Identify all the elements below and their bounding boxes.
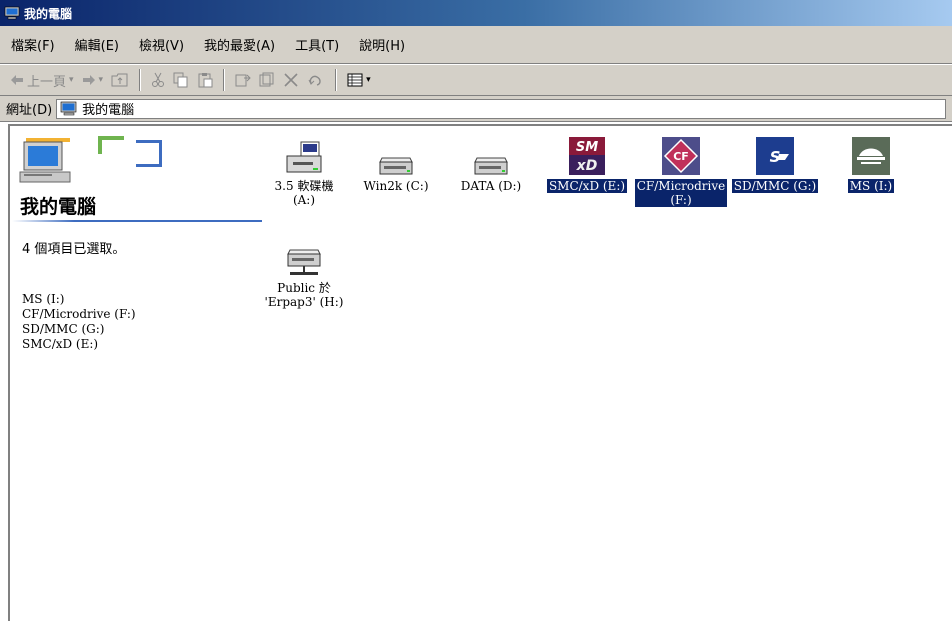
copy-to-icon [259, 72, 274, 87]
forward-button[interactable]: ▾ [78, 68, 108, 92]
clipboard-icon [198, 73, 213, 88]
paste-button[interactable] [193, 68, 217, 92]
hard-drive-icon [474, 157, 508, 175]
menu-help[interactable]: 說明(H) [356, 33, 408, 56]
menu-file[interactable]: 檔案(F) [8, 33, 58, 56]
views-grid-icon [347, 73, 363, 87]
scissors-icon [152, 72, 165, 87]
svg-text:SM: SM [576, 140, 598, 155]
svg-text:CF: CF [673, 150, 689, 163]
my-computer-icon [4, 6, 20, 20]
forward-dropdown-icon[interactable]: ▾ [99, 75, 104, 85]
drive-label: 3.5 軟碟機 (A:) [274, 179, 334, 207]
toolbar: 上一頁 ▾ ▾ ▾ [0, 64, 952, 96]
menu-tools[interactable]: 工具(T) [292, 33, 342, 56]
back-dropdown-icon[interactable]: ▾ [69, 75, 74, 85]
drive-sd-mmc-g[interactable]: S SD/MMC (G:) [726, 132, 824, 193]
address-input[interactable]: 我的電腦 [56, 98, 946, 119]
window-title: 我的電腦 [24, 6, 73, 21]
toolbar-separator [139, 69, 142, 91]
copy-icon [173, 72, 188, 88]
drive-label: SMC/xD (E:) [546, 179, 628, 193]
drive-label: Public 於 'Erpap3' (H:) [264, 281, 344, 309]
svg-text:xD: xD [576, 158, 598, 174]
back-button-label: 上一頁 [27, 74, 67, 90]
drive-label: SD/MMC (G:) [731, 179, 819, 193]
address-value: 我的電腦 [82, 103, 135, 118]
details-pane-title-underline [12, 220, 262, 222]
network-drive-icon [287, 249, 321, 275]
menu-bar: 檔案(F) 編輯(E) 檢視(V) 我的最愛(A) 工具(T) 說明(H) [0, 26, 952, 64]
menu-edit[interactable]: 編輯(E) [72, 33, 122, 56]
drive-label: MS (I:) [847, 179, 895, 193]
my-computer-large-icon [19, 136, 162, 183]
details-pane-header: 我的電腦 [10, 126, 262, 222]
hard-drive-icon [379, 157, 413, 175]
toolbar-separator [335, 69, 338, 91]
forward-arrow-icon [82, 75, 95, 85]
drive-data-d[interactable]: DATA (D:) [442, 136, 540, 193]
content-area[interactable]: 我的電腦 4 個項目已選取。 MS (I:) CF/Microdrive (F:… [8, 124, 952, 621]
drive-label: DATA (D:) [460, 179, 522, 193]
views-button[interactable]: ▾ [343, 68, 375, 92]
sd-card-icon: S [756, 137, 794, 175]
selected-item: SD/MMC (G:) [22, 322, 105, 336]
back-arrow-icon [11, 75, 23, 85]
drive-label: CF/Microdrive (F:) [634, 179, 728, 207]
selected-item: MS (I:) [22, 292, 65, 306]
selected-item: SMC/xD (E:) [22, 337, 99, 351]
drive-win2k-c[interactable]: Win2k (C:) [347, 136, 445, 193]
views-dropdown-icon[interactable]: ▾ [366, 75, 371, 85]
undo-button[interactable] [303, 68, 329, 92]
copy-to-button[interactable] [255, 68, 279, 92]
details-pane-title: 我的電腦 [20, 196, 97, 218]
drive-cf-microdrive-f[interactable]: CF CF/Microdrive (F:) [632, 132, 730, 207]
delete-x-icon [284, 73, 298, 87]
address-bar: 網址(D) 我的電腦 [0, 96, 952, 122]
move-to-icon [235, 74, 251, 87]
smartmedia-xd-icon: SM xD [569, 137, 605, 175]
memory-stick-icon [852, 137, 890, 175]
compactflash-icon: CF [662, 137, 700, 175]
drive-smc-xd-e[interactable]: SM xD SMC/xD (E:) [538, 132, 636, 193]
back-button[interactable]: 上一頁 ▾ [6, 68, 78, 92]
title-bar[interactable]: 我的電腦 [0, 0, 952, 26]
delete-button[interactable] [279, 68, 303, 92]
up-folder-button[interactable] [107, 68, 133, 92]
selection-status: 4 個項目已選取。 [22, 242, 126, 257]
drive-floppy-a[interactable]: 3.5 軟碟機 (A:) [255, 136, 353, 207]
toolbar-separator [223, 69, 226, 91]
drive-label: Win2k (C:) [363, 179, 429, 193]
copy-button[interactable] [169, 68, 193, 92]
undo-icon [308, 75, 321, 86]
drive-ms-i[interactable]: MS (I:) [822, 132, 920, 193]
floppy-drive-icon [286, 141, 322, 173]
menu-view[interactable]: 檢視(V) [136, 33, 187, 56]
drive-network-h[interactable]: Public 於 'Erpap3' (H:) [255, 238, 353, 309]
details-pane: 我的電腦 4 個項目已選取。 MS (I:) CF/Microdrive (F:… [10, 126, 262, 621]
selected-item: CF/Microdrive (F:) [22, 307, 136, 321]
my-computer-icon [60, 101, 77, 116]
move-to-button[interactable] [231, 68, 255, 92]
menu-favorites[interactable]: 我的最愛(A) [201, 33, 278, 56]
cut-button[interactable] [147, 68, 169, 92]
address-label: 網址(D) [6, 103, 53, 118]
up-folder-icon [111, 73, 128, 87]
selected-items-list: MS (I:) CF/Microdrive (F:) SD/MMC (G:) S… [22, 292, 136, 352]
